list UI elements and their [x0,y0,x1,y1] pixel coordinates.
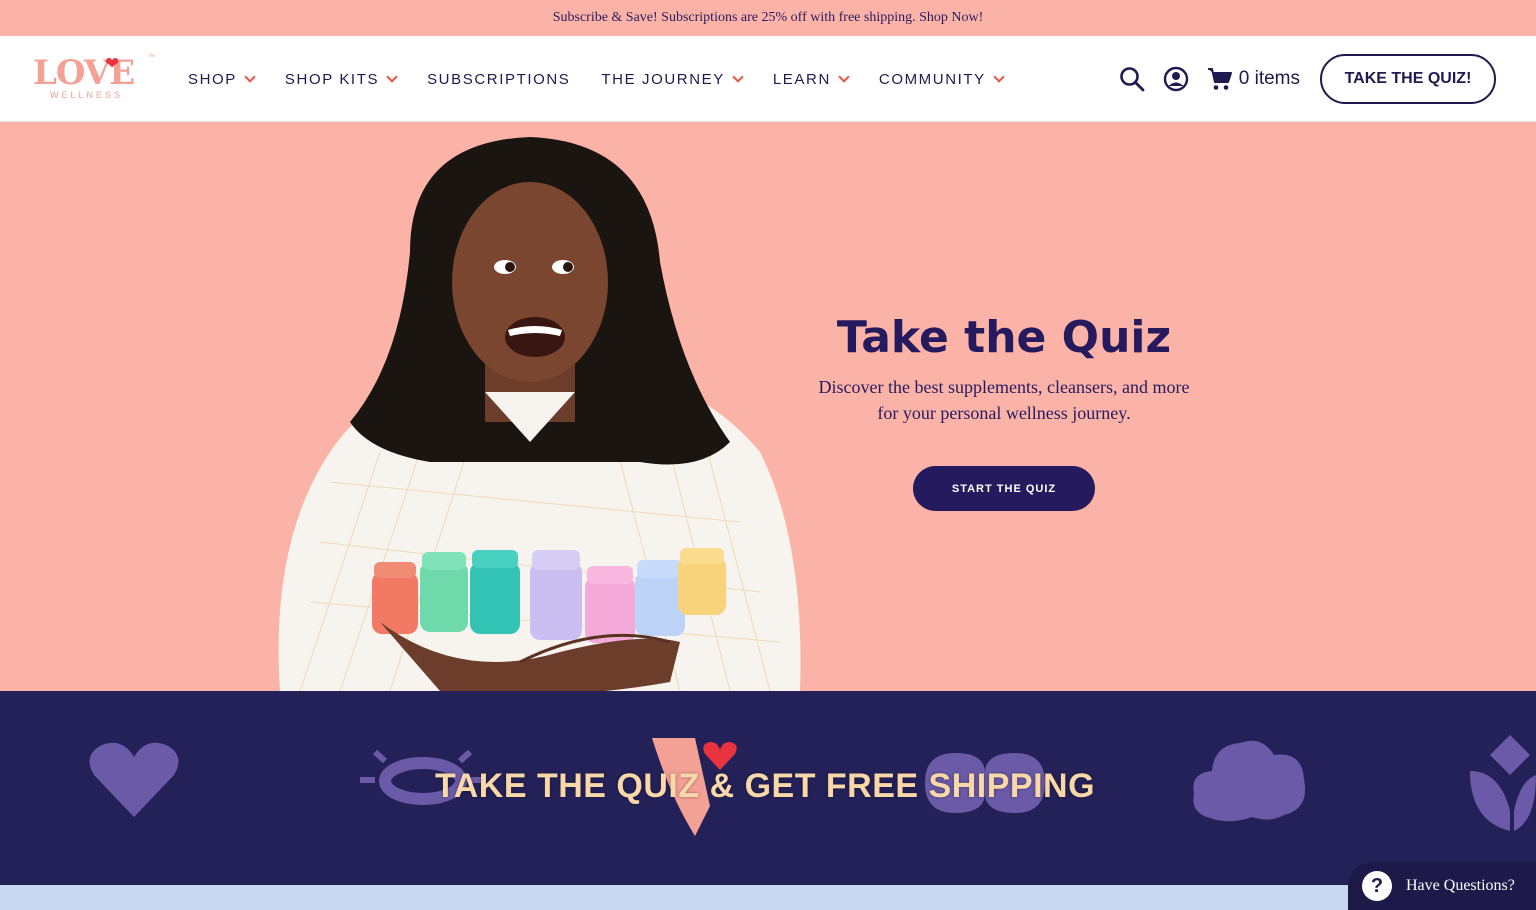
chevron-down-icon [838,71,850,83]
promo-band[interactable]: TAKE THE QUIZ & GET FREE SHIPPING [0,691,1536,885]
main-nav: SHOP SHOP KITS SUBSCRIPTIONS THE JOURNEY… [188,36,1034,122]
nav-label: SHOP KITS [284,70,380,88]
promo-title: TAKE THE QUIZ & GET FREE SHIPPING [434,767,1096,805]
cart-icon [1207,68,1232,90]
cart-count: 0 items [1238,68,1300,89]
header-actions: 0 items TAKE THE QUIZ! [1119,36,1496,122]
cart-button[interactable]: 0 items [1207,66,1300,92]
announcement-bar[interactable]: Subscribe & Save! Subscriptions are 25% … [0,0,1536,36]
nav-label: LEARN [772,70,831,88]
announcement-text[interactable]: Subscribe & Save! Subscriptions are 25% … [553,10,984,26]
nav-label: THE JOURNEY [601,70,725,88]
nav-item-shop[interactable]: SHOP [188,70,256,88]
take-the-quiz-button[interactable]: TAKE THE QUIZ! [1320,54,1496,104]
hero-image [278,137,801,691]
hero-subtitle-line2: for your personal wellness journey. [877,403,1131,423]
logo-subtitle: WELLNESS [50,90,124,100]
nav-item-subscriptions[interactable]: SUBSCRIPTIONS [427,71,570,88]
site-header: LOVE ❤ ™ WELLNESS SHOP SHOP KITS SUBSCRI… [0,36,1536,122]
chevron-down-icon [732,71,744,83]
nav-item-the-journey[interactable]: THE JOURNEY [601,70,744,88]
nav-label: SHOP [188,70,237,88]
logo-heart-icon: ❤ [105,54,120,73]
hero-content: Take the Quiz Discover the best suppleme… [790,312,1218,511]
next-section-strip [0,885,1536,910]
nav-item-shop-kits[interactable]: SHOP KITS [284,70,398,88]
nav-label: SUBSCRIPTIONS [427,70,571,88]
have-questions-chat-button[interactable]: ? Have Questions? [1348,862,1536,910]
start-the-quiz-button[interactable]: START THE QUIZ [913,466,1095,511]
search-icon[interactable] [1119,66,1145,92]
hero-section: Take the Quiz Discover the best suppleme… [0,122,1536,691]
chat-label: Have Questions? [1406,877,1515,894]
nav-label: COMMUNITY [878,70,986,88]
logo-trademark: ™ [148,54,155,61]
nav-item-community[interactable]: COMMUNITY [878,70,1005,88]
nav-item-learn[interactable]: LEARN [772,70,850,88]
chevron-down-icon [244,71,256,83]
question-icon: ? [1362,871,1392,901]
chevron-down-icon [993,71,1005,83]
hero-title: Take the Quiz [836,312,1172,363]
user-circle-icon[interactable] [1163,66,1189,92]
love-wellness-logo[interactable]: LOVE ❤ ™ WELLNESS [33,54,155,104]
hero-subtitle-line1: Discover the best supplements, cleansers… [818,377,1190,397]
chevron-down-icon [386,71,398,83]
